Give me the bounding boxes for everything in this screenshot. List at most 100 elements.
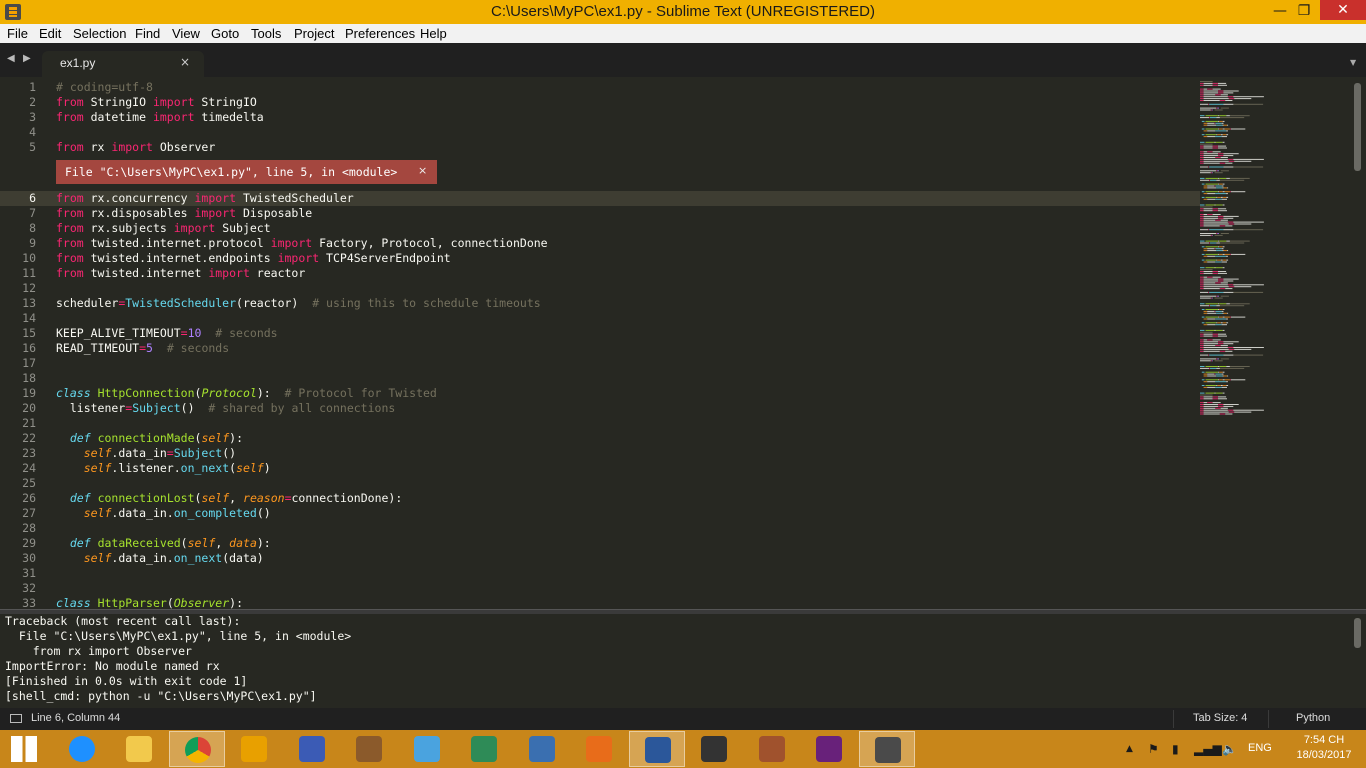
error-popup: File "C:\Users\MyPC\ex1.py", line 5, in … xyxy=(56,160,437,184)
code-token: READ_TIMEOUT xyxy=(56,341,140,355)
code-token: from xyxy=(56,206,84,220)
code-token: StringIO xyxy=(194,95,257,109)
code-line[interactable]: self.listener.on_next(self) xyxy=(56,461,271,475)
line-number: 32 xyxy=(22,581,36,595)
code-token: data xyxy=(229,536,257,550)
menu-help[interactable]: Help xyxy=(420,26,447,41)
taskbar-windows-start[interactable] xyxy=(0,731,52,767)
code-line[interactable]: scheduler=TwistedScheduler(reactor) # us… xyxy=(56,296,541,310)
code-token: timedelta xyxy=(194,110,264,124)
taskbar-a6-app[interactable] xyxy=(686,731,742,767)
maximize-button[interactable]: ❐ xyxy=(1290,0,1318,24)
code-line[interactable]: from rx import Observer xyxy=(56,140,215,154)
line-number: 22 xyxy=(22,431,36,445)
code-line[interactable]: from StringIO import StringIO xyxy=(56,95,257,109)
taskbar-chrome[interactable] xyxy=(168,731,225,767)
code-line[interactable]: KEEP_ALIVE_TIMEOUT=10 # seconds xyxy=(56,326,278,340)
code-editor[interactable]: 1 # coding=utf-8 2 from StringIO import Str… xyxy=(0,77,1366,609)
clock[interactable]: 7:54 CH 18/03/2017 xyxy=(1292,733,1356,763)
syntax-selector[interactable]: Python xyxy=(1296,712,1330,724)
menu-tools[interactable]: Tools xyxy=(251,26,281,41)
code-token: Subject xyxy=(132,401,181,415)
code-token: Factory, Protocol, connectionDone xyxy=(312,236,548,250)
code-line[interactable]: self.data_in.on_next(data) xyxy=(56,551,264,565)
line-number: 17 xyxy=(22,356,36,370)
code-line[interactable]: class HttpConnection(Protocol): # Protoc… xyxy=(56,386,437,400)
taskbar-book-app[interactable] xyxy=(341,731,397,767)
volume-icon[interactable]: 🔈 xyxy=(1222,742,1237,756)
code-line[interactable]: self.data_in=Subject() xyxy=(56,446,236,460)
console-scrollbar[interactable] xyxy=(1354,618,1361,648)
code-token: = xyxy=(180,326,188,340)
code-line[interactable]: # coding=utf-8 xyxy=(56,80,153,94)
menu-goto[interactable]: Goto xyxy=(211,26,239,41)
code-token: def xyxy=(69,536,91,550)
code-line[interactable]: READ_TIMEOUT=5 # seconds xyxy=(56,341,229,355)
error-close-icon[interactable]: × xyxy=(418,164,427,177)
code-line[interactable]: from rx.disposables import Disposable xyxy=(56,206,312,220)
menu-selection[interactable]: Selection xyxy=(73,26,126,41)
line-number: 21 xyxy=(22,416,36,430)
code-line[interactable]: def connectionMade(self): xyxy=(56,431,243,445)
taskbar-visual-studio[interactable] xyxy=(801,731,857,767)
tray-overflow-icon[interactable]: ▲ xyxy=(1126,744,1133,754)
menu-project[interactable]: Project xyxy=(294,26,334,41)
code-token: Observer xyxy=(173,596,230,609)
line-number: 33 xyxy=(22,596,36,609)
tab-label: ex1.py xyxy=(60,56,96,70)
taskbar-v4-app[interactable] xyxy=(514,731,570,767)
tab-next-icon[interactable]: ▶ xyxy=(23,53,31,64)
taskbar-word[interactable] xyxy=(628,731,685,767)
code-token: ) xyxy=(263,461,271,475)
close-button[interactable]: ✕ xyxy=(1320,0,1366,20)
code-token: from xyxy=(56,266,84,280)
panel-toggle-icon[interactable] xyxy=(10,714,22,723)
code-token: (data) xyxy=(222,551,264,565)
tab-dropdown-icon[interactable]: ▼ xyxy=(1350,58,1356,67)
language-indicator[interactable]: ENG xyxy=(1248,742,1272,754)
tab-size-selector[interactable]: Tab Size: 4 xyxy=(1193,712,1247,724)
taskbar-file-explorer[interactable] xyxy=(111,731,167,767)
tab-ex1-py[interactable]: ex1.py × xyxy=(42,51,204,77)
taskbar-globe-app[interactable] xyxy=(456,731,512,767)
taskbar-sublime-text[interactable] xyxy=(858,731,915,767)
menu-find[interactable]: Find xyxy=(135,26,160,41)
taskbar-notes-app[interactable] xyxy=(399,731,455,767)
code-token: reason xyxy=(243,491,285,505)
signal-icon[interactable]: ▂▄▆ xyxy=(1194,742,1222,756)
code-line[interactable]: self.data_in.on_completed() xyxy=(56,506,271,520)
code-token: = xyxy=(166,446,174,460)
build-output-panel[interactable]: Traceback (most recent call last): File … xyxy=(0,614,1366,708)
code-line[interactable]: def connectionLost(self, reason=connecti… xyxy=(56,491,402,505)
code-line[interactable]: from twisted.internet.endpoints import T… xyxy=(56,251,451,265)
code-line[interactable]: from rx.subjects import Subject xyxy=(56,221,271,235)
tab-prev-icon[interactable]: ◀ xyxy=(7,53,15,64)
code-line[interactable]: from twisted.internet import reactor xyxy=(56,266,305,280)
minimap[interactable] xyxy=(1198,77,1348,609)
code-token: from xyxy=(56,191,84,205)
code-line[interactable]: def dataReceived(self, data): xyxy=(56,536,271,550)
menu-edit[interactable]: Edit xyxy=(39,26,61,41)
taskbar-matlab[interactable] xyxy=(571,731,627,767)
taskbar-sun-app[interactable] xyxy=(226,731,282,767)
taskbar-internet-explorer[interactable] xyxy=(54,731,110,767)
code-line[interactable]: class HttpParser(Observer): xyxy=(56,596,243,609)
code-line[interactable]: listener=Subject() # shared by all conne… xyxy=(56,401,395,415)
code-token: # coding=utf-8 xyxy=(56,80,153,94)
flag-icon[interactable]: ⚑ xyxy=(1148,742,1159,756)
battery-icon[interactable]: ▮ xyxy=(1172,742,1179,756)
editor-scrollbar[interactable] xyxy=(1354,83,1361,171)
code-line[interactable]: from rx.concurrency import TwistedSchedu… xyxy=(56,191,354,205)
console-line: [Finished in 0.0s with exit code 1] xyxy=(5,674,248,688)
menu-view[interactable]: View xyxy=(172,26,200,41)
code-line[interactable]: from datetime import timedelta xyxy=(56,110,264,124)
menu-file[interactable]: File xyxy=(7,26,28,41)
code-line[interactable]: from twisted.internet.protocol import Fa… xyxy=(56,236,548,250)
sublime-text-icon xyxy=(874,737,901,763)
clock-time: 7:54 CH xyxy=(1303,734,1345,746)
taskbar-flag-app[interactable] xyxy=(284,731,340,767)
tab-close-icon[interactable]: × xyxy=(180,55,190,69)
menu-preferences[interactable]: Preferences xyxy=(345,26,415,41)
taskbar-winrar[interactable] xyxy=(744,731,800,767)
